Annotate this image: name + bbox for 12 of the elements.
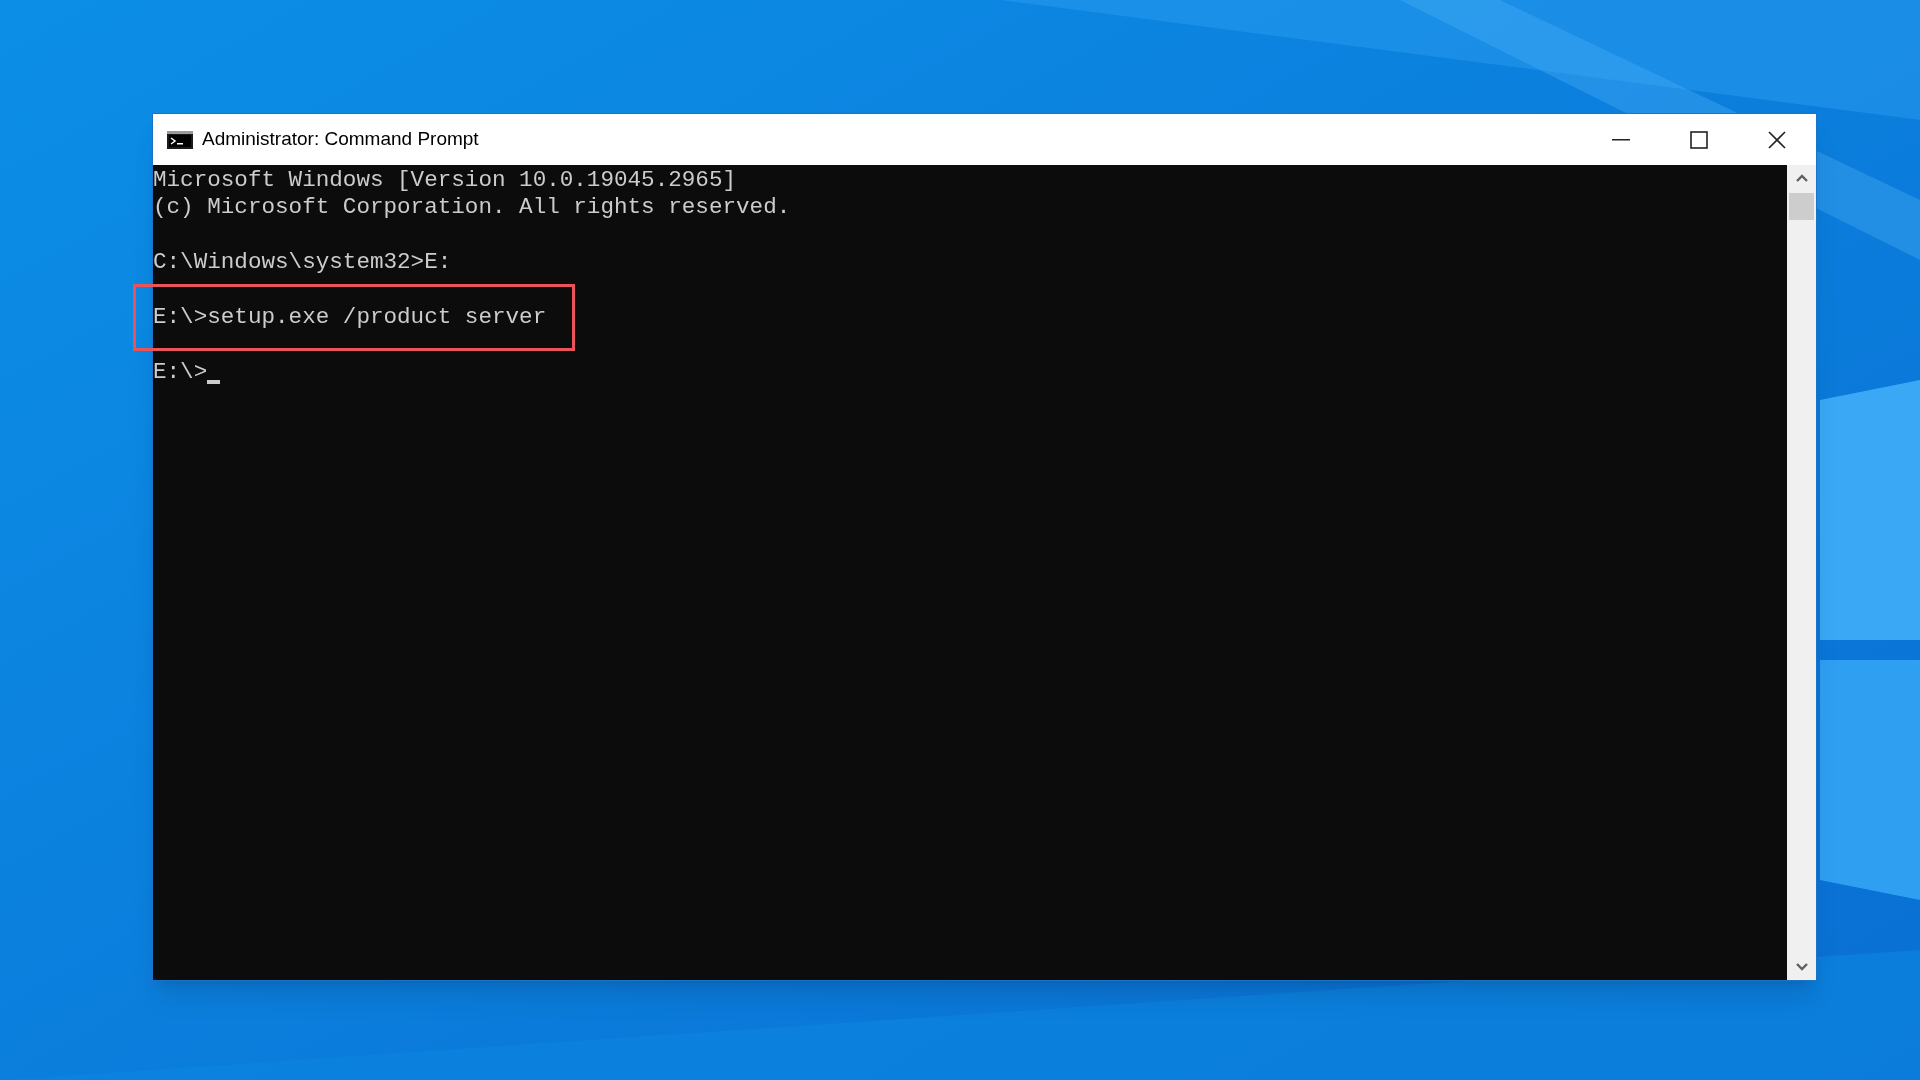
window-title: Administrator: Command Prompt (202, 127, 479, 152)
scrollbar[interactable] (1787, 165, 1816, 980)
minimize-icon (1612, 138, 1630, 141)
console-line: (c) Microsoft Corporation. All rights reserved. (153, 194, 791, 222)
console-line: E:\> (153, 358, 208, 387)
close-icon (1768, 130, 1786, 149)
console-line: C:\Windows\system32>E: (153, 249, 452, 277)
console-line: E:\>setup.exe /product server (153, 304, 547, 332)
maximize-icon (1690, 130, 1708, 149)
console-line: Microsoft Windows [Version 10.0.19045.2965] (153, 167, 736, 195)
console-icon (167, 130, 193, 149)
scrollbar-thumb[interactable] (1789, 193, 1814, 220)
